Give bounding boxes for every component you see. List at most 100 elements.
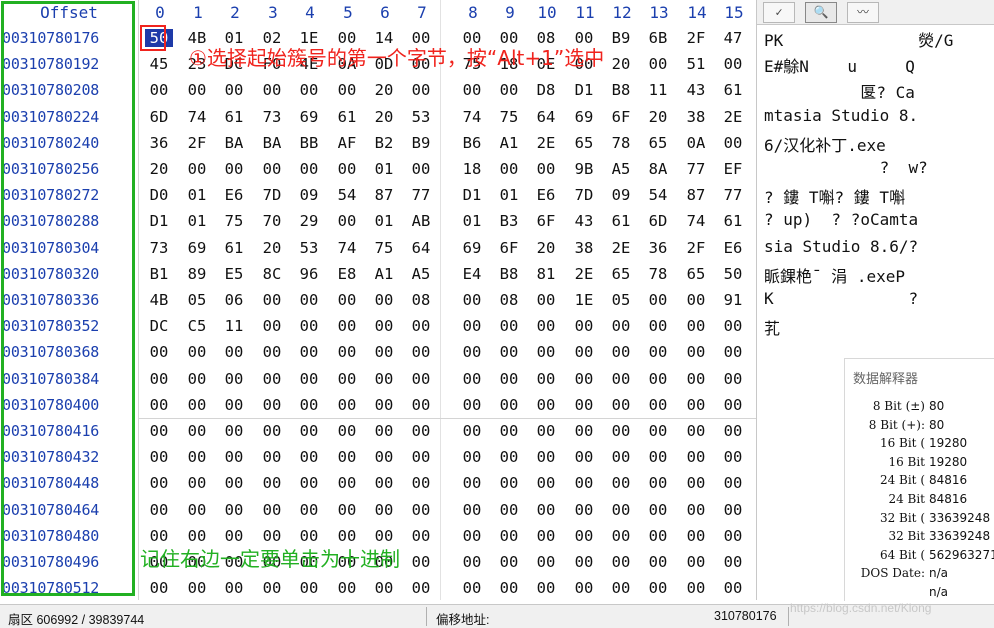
hex-byte[interactable]: 2F (183, 134, 211, 152)
hex-byte[interactable]: 00 (495, 501, 523, 519)
hex-byte[interactable]: 00 (145, 474, 173, 492)
hex-byte[interactable]: 00 (333, 422, 361, 440)
hex-byte[interactable]: 0A (682, 134, 710, 152)
hex-byte[interactable]: 61 (719, 81, 747, 99)
hex-byte[interactable]: 00 (333, 317, 361, 335)
hex-byte[interactable]: D1 (458, 186, 486, 204)
hex-byte[interactable]: 74 (333, 239, 361, 257)
hex-byte[interactable]: 00 (145, 422, 173, 440)
interpreter-value[interactable]: 562963271 (929, 548, 994, 562)
hex-byte[interactable]: 87 (370, 186, 398, 204)
hex-byte[interactable]: 00 (644, 396, 672, 414)
hex-byte[interactable]: 00 (532, 343, 560, 361)
hex-byte[interactable]: 00 (495, 396, 523, 414)
hex-byte[interactable]: 43 (570, 212, 598, 230)
hex-byte[interactable]: B2 (370, 134, 398, 152)
hex-byte[interactable]: 65 (682, 265, 710, 283)
hex-byte[interactable]: 61 (333, 108, 361, 126)
hex-byte[interactable]: 00 (145, 579, 173, 597)
hex-byte[interactable]: 00 (370, 396, 398, 414)
interpreter-value[interactable]: 19280 (929, 436, 967, 450)
hex-byte[interactable]: 00 (333, 501, 361, 519)
hex-byte[interactable]: 00 (407, 579, 435, 597)
hex-byte[interactable]: 00 (458, 448, 486, 466)
hex-byte[interactable]: 20 (532, 239, 560, 257)
interpreter-value[interactable]: 33639248 (929, 511, 990, 525)
hex-byte[interactable]: 00 (458, 474, 486, 492)
hex-byte[interactable]: 00 (258, 291, 286, 309)
hex-byte[interactable]: 78 (644, 265, 672, 283)
hex-byte[interactable]: 69 (570, 108, 598, 126)
hex-byte[interactable]: 00 (458, 317, 486, 335)
hex-byte[interactable]: 00 (183, 474, 211, 492)
hex-byte[interactable]: 00 (719, 343, 747, 361)
hex-byte[interactable]: 00 (333, 396, 361, 414)
hex-byte[interactable]: 01 (495, 186, 523, 204)
hex-byte[interactable]: 00 (370, 317, 398, 335)
hex-byte[interactable]: 75 (220, 212, 248, 230)
hex-byte[interactable]: 00 (407, 81, 435, 99)
hex-byte[interactable]: 01 (370, 160, 398, 178)
hex-byte[interactable]: 00 (532, 501, 560, 519)
hex-byte[interactable]: 00 (719, 448, 747, 466)
hex-byte[interactable]: 00 (183, 160, 211, 178)
hex-byte[interactable]: 00 (183, 81, 211, 99)
hex-byte[interactable]: 00 (370, 343, 398, 361)
hex-byte[interactable]: 00 (220, 396, 248, 414)
hex-byte[interactable]: 00 (407, 501, 435, 519)
hex-byte[interactable]: 00 (183, 422, 211, 440)
hex-byte[interactable]: 38 (570, 239, 598, 257)
hex-byte[interactable]: 81 (532, 265, 560, 283)
hex-byte[interactable]: 00 (719, 579, 747, 597)
hex-byte[interactable]: 54 (333, 186, 361, 204)
hex-byte[interactable]: 20 (607, 55, 635, 73)
hex-byte[interactable]: 00 (407, 527, 435, 545)
hex-byte[interactable]: 89 (183, 265, 211, 283)
hex-byte[interactable]: 00 (295, 81, 323, 99)
hex-byte[interactable]: 00 (295, 474, 323, 492)
hex-byte[interactable]: 53 (407, 108, 435, 126)
hex-byte[interactable]: 00 (407, 448, 435, 466)
hex-byte[interactable]: 00 (719, 134, 747, 152)
hex-byte[interactable]: 00 (682, 317, 710, 335)
hex-byte[interactable]: 00 (458, 422, 486, 440)
hex-byte[interactable]: 00 (644, 291, 672, 309)
hex-byte[interactable]: 00 (458, 343, 486, 361)
hex-byte[interactable]: 00 (220, 343, 248, 361)
hex-byte[interactable]: A1 (495, 134, 523, 152)
hex-byte[interactable]: 00 (370, 422, 398, 440)
hex-byte[interactable]: 00 (333, 160, 361, 178)
hex-byte[interactable]: 00 (333, 579, 361, 597)
hex-byte[interactable]: 64 (532, 108, 560, 126)
hex-byte[interactable]: 00 (458, 291, 486, 309)
hex-byte[interactable]: 7D (258, 186, 286, 204)
hex-byte[interactable]: 00 (644, 317, 672, 335)
hex-byte[interactable]: 00 (183, 501, 211, 519)
hex-byte[interactable]: 00 (183, 396, 211, 414)
hex-byte[interactable]: 00 (220, 160, 248, 178)
hex-byte[interactable]: 01 (370, 212, 398, 230)
hex-byte[interactable]: 00 (644, 370, 672, 388)
hex-byte[interactable]: 45 (145, 55, 173, 73)
hex-byte[interactable]: 00 (495, 474, 523, 492)
hex-byte[interactable]: 00 (682, 448, 710, 466)
hex-byte[interactable]: 6D (644, 212, 672, 230)
hex-byte[interactable]: 00 (333, 448, 361, 466)
hex-byte[interactable]: 00 (458, 553, 486, 571)
hex-byte[interactable]: 2E (532, 134, 560, 152)
hex-byte[interactable]: 00 (295, 501, 323, 519)
hex-byte[interactable]: 00 (532, 160, 560, 178)
hex-byte[interactable]: 00 (644, 501, 672, 519)
hex-byte[interactable]: E4 (458, 265, 486, 283)
hex-byte[interactable]: 00 (458, 527, 486, 545)
search-icon[interactable]: 🔍 (805, 2, 837, 23)
interpreter-value[interactable]: 80 (929, 399, 944, 413)
hex-byte[interactable]: 00 (532, 553, 560, 571)
hex-byte[interactable]: 73 (145, 239, 173, 257)
hex-byte[interactable]: 00 (532, 474, 560, 492)
hex-byte[interactable]: 20 (644, 108, 672, 126)
hex-byte[interactable]: 00 (532, 317, 560, 335)
hex-byte[interactable]: 00 (719, 370, 747, 388)
interpreter-value[interactable]: 19280 (929, 455, 967, 469)
hex-byte[interactable]: 00 (145, 501, 173, 519)
